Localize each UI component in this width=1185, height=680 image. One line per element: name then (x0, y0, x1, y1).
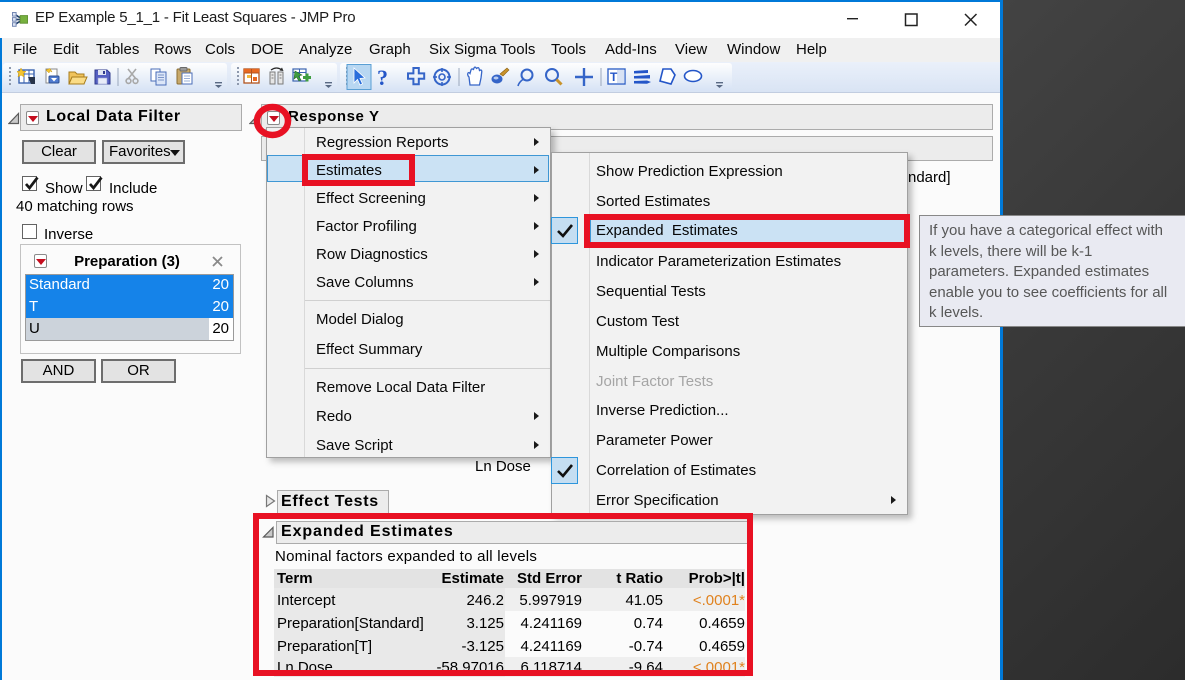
svg-text:T: T (610, 70, 618, 84)
svg-text:?: ? (377, 65, 388, 90)
